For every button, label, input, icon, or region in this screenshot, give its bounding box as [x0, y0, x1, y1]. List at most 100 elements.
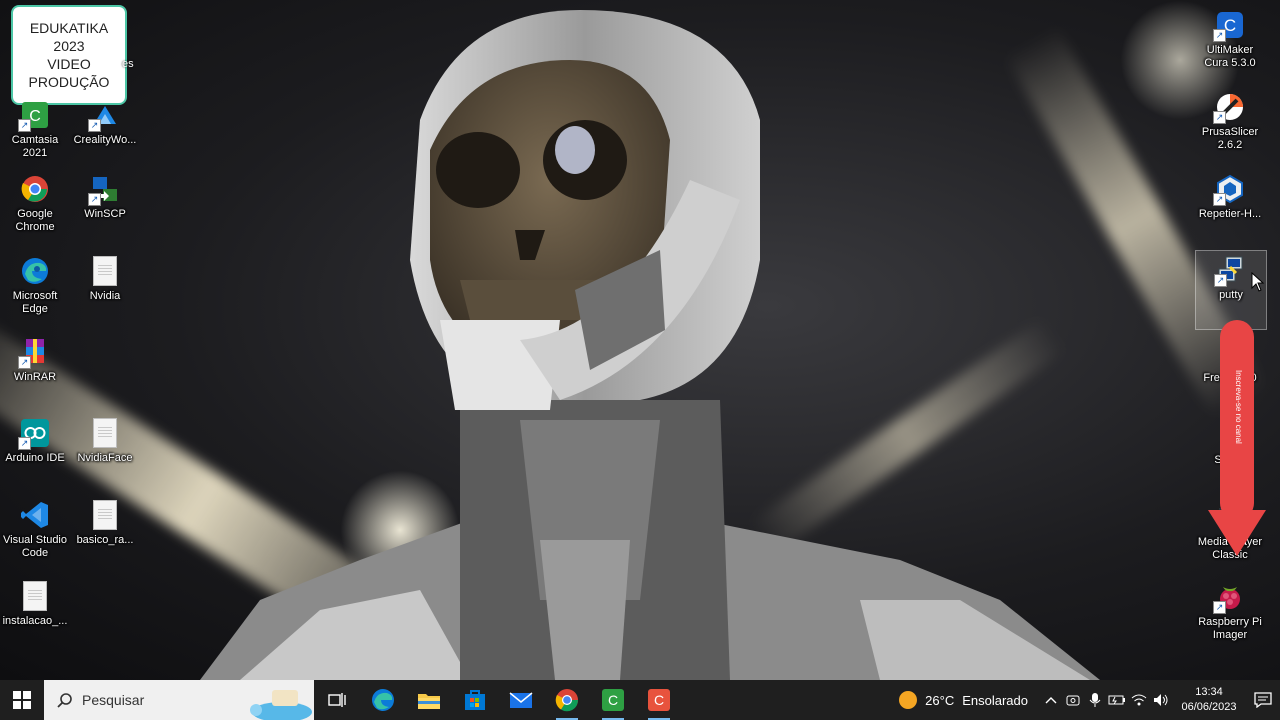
taskbar-search-box[interactable]: Pesquisar — [44, 680, 314, 720]
camtasia-red-icon: C — [648, 689, 670, 711]
desktop-icon-crealitywo[interactable]: ↗ CrealityWo... — [70, 96, 140, 174]
desktop-icon-visual-studio-code[interactable]: Visual Studio Code — [0, 496, 70, 574]
search-highlight-illustration — [250, 690, 312, 720]
windows-logo-icon — [13, 691, 31, 709]
desktop-wallpaper — [0, 0, 1280, 680]
desktop-icon-label: instalacao_... — [2, 615, 68, 627]
repetier-icon: ↗ — [1213, 172, 1247, 206]
taskbar-camtasia-recorder[interactable]: C — [590, 680, 636, 720]
desktop-icon-google-chrome[interactable]: Google Chrome — [0, 170, 70, 248]
taskbar-file-explorer[interactable] — [406, 680, 452, 720]
desktop-icon-basico-ra[interactable]: basico_ra... — [70, 496, 140, 574]
desktop-icon-label: WinRAR — [13, 371, 57, 383]
battery-tray-icon[interactable] — [1106, 680, 1128, 720]
desktop-icon-raspberry-pi-imager[interactable]: ↗ Raspberry Pi Imager — [1195, 578, 1265, 656]
notification-icon — [1254, 692, 1272, 708]
speaker-icon — [1154, 694, 1168, 706]
camtasia-icon: C ↗ — [18, 98, 52, 132]
desktop-icon-camtasia-2021[interactable]: C ↗ Camtasia 2021 — [0, 96, 70, 174]
desktop-icon-label: Microsoft Edge — [12, 290, 58, 315]
search-icon — [56, 691, 74, 709]
desktop-icon-label: Repetier-H... — [1198, 208, 1262, 220]
desktop-icon-nvidiaface[interactable]: NvidiaFace — [70, 414, 140, 492]
badge-line-2: 2023 — [53, 38, 85, 54]
taskbar-camtasia-editor[interactable]: C — [636, 680, 682, 720]
desktop-icon-label: UltiMaker Cura 5.3.0 — [1204, 44, 1256, 69]
cura-icon: C ↗ — [1213, 8, 1247, 42]
edge-icon — [372, 689, 394, 711]
notification-center-button[interactable] — [1246, 680, 1280, 720]
taskbar-chrome[interactable] — [544, 680, 590, 720]
file-icon — [18, 579, 52, 613]
task-view-button[interactable] — [314, 680, 360, 720]
taskbar-edge[interactable] — [360, 680, 406, 720]
desktop-icon-label: PrusaSlicer 2.6.2 — [1201, 126, 1259, 151]
desktop-icon-instalacao[interactable]: instalacao_... — [0, 577, 70, 655]
camera-icon — [1066, 695, 1080, 706]
show-hidden-icons-button[interactable] — [1040, 680, 1062, 720]
desktop-icon-winscp[interactable]: ↗ WinSCP — [70, 170, 140, 248]
meet-now-icon[interactable] — [1062, 680, 1084, 720]
partial-icon-label: es — [122, 58, 134, 70]
desktop-icon-label: NvidiaFace — [77, 452, 133, 464]
desktop-icon-label: Arduino IDE — [5, 452, 65, 464]
wifi-tray-icon[interactable] — [1128, 680, 1150, 720]
clock-time: 13:34 — [1195, 686, 1223, 698]
vscode-icon — [18, 498, 52, 532]
desktop-icon-repetier-host[interactable]: ↗ Repetier-H... — [1195, 170, 1265, 248]
sun-icon — [899, 691, 918, 709]
svg-text:C: C — [608, 692, 618, 708]
desktop-icon-prusaslicer[interactable]: ↗ PrusaSlicer 2.6.2 — [1195, 88, 1265, 166]
desktop-icon-label: Google Chrome — [15, 208, 55, 233]
file-icon — [88, 254, 122, 288]
desktop-icon-ultimaker-cura[interactable]: C ↗ UltiMaker Cura 5.3.0 — [1195, 6, 1265, 84]
mouse-cursor-icon — [1251, 272, 1265, 292]
taskbar-microsoft-store[interactable] — [452, 680, 498, 720]
weather-widget[interactable]: 26°C Ensolarado — [899, 691, 1028, 709]
desktop-icon-label: WinSCP — [84, 208, 126, 220]
chrome-icon — [555, 689, 579, 712]
svg-text:C: C — [654, 692, 664, 708]
taskbar-clock[interactable]: 13:34 06/06/2023 — [1180, 685, 1238, 715]
search-placeholder: Pesquisar — [82, 692, 145, 708]
creality-icon: ↗ — [88, 98, 122, 132]
clock-date: 06/06/2023 — [1181, 701, 1237, 713]
desktop-icon-winrar[interactable]: ↗ WinRAR — [0, 333, 70, 411]
folder-icon — [418, 694, 440, 709]
desktop-icon-nvidia[interactable]: Nvidia — [70, 252, 140, 330]
desktop-icon-arduino-ide[interactable]: ↗ Arduino IDE — [0, 414, 70, 492]
winscp-icon: ↗ — [88, 172, 122, 206]
prusaslicer-icon: ↗ — [1213, 90, 1247, 124]
volume-tray-icon[interactable] — [1150, 680, 1172, 720]
raspberry-pi-icon: ↗ — [1213, 580, 1247, 614]
desktop-icon-microsoft-edge[interactable]: Microsoft Edge — [0, 252, 70, 330]
desktop-icon-label: Camtasia 2021 — [11, 134, 59, 159]
edge-icon — [18, 254, 52, 288]
channel-badge: EDUKATIKA 2023 VIDEO PRODUÇÃO — [11, 5, 127, 105]
task-view-icon — [328, 693, 346, 707]
microphone-icon — [1089, 693, 1101, 707]
desktop-icon-label: Raspberry Pi Imager — [1198, 616, 1262, 641]
start-button[interactable] — [0, 680, 44, 720]
battery-icon — [1108, 695, 1125, 705]
desktop-icon-label: CrealityWo... — [73, 134, 137, 146]
file-icon — [88, 416, 122, 450]
microphone-tray-icon[interactable] — [1084, 680, 1106, 720]
desktop-icon-label: basico_ra... — [76, 534, 134, 546]
desktop-icon-label: Visual Studio Code — [2, 534, 67, 559]
wifi-icon — [1131, 694, 1147, 706]
badge-line-4: PRODUÇÃO — [28, 74, 110, 90]
arduino-icon: ↗ — [18, 416, 52, 450]
taskbar: Pesquisar C C 26°C Ensolarado 13:34 06/0… — [0, 680, 1280, 720]
system-tray: 26°C Ensolarado 13:34 06/06/2023 — [899, 680, 1280, 720]
weather-description: Ensolarado — [962, 692, 1028, 708]
file-icon — [88, 498, 122, 532]
putty-icon: ↗ — [1214, 253, 1248, 287]
chevron-up-icon — [1045, 697, 1057, 704]
badge-line-1: EDUKATIKA — [29, 20, 109, 36]
camtasia-icon: C — [602, 689, 624, 711]
taskbar-mail[interactable] — [498, 680, 544, 720]
chrome-icon — [18, 172, 52, 206]
desktop-icon-label: Nvidia — [89, 290, 121, 302]
mail-icon — [509, 692, 533, 708]
